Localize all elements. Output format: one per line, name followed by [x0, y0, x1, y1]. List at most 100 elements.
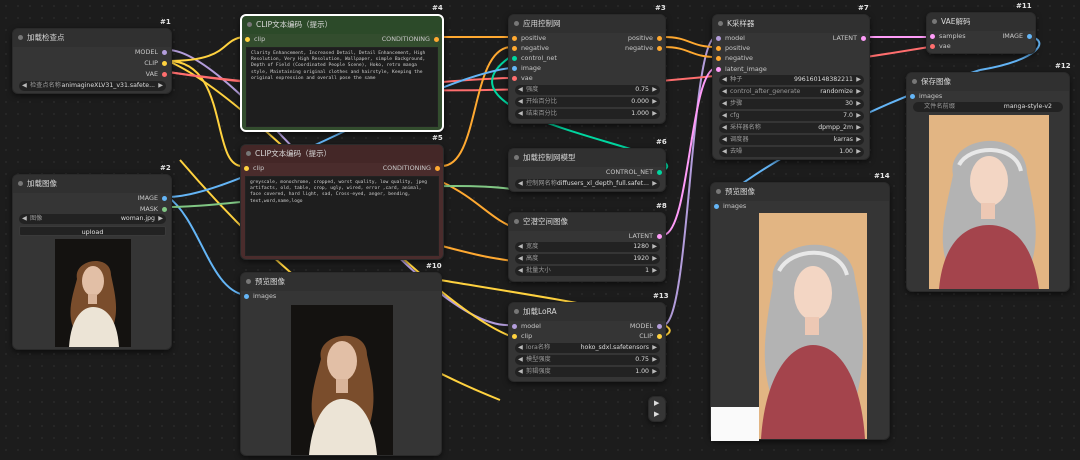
- output-model[interactable]: MODEL: [135, 48, 167, 56]
- upload-button[interactable]: upload: [19, 226, 166, 236]
- output-image[interactable]: IMAGE: [1002, 32, 1032, 40]
- arrow-right-icon[interactable]: ▶: [652, 343, 657, 353]
- input-positive[interactable]: positive: [716, 44, 750, 52]
- scheduler-widget[interactable]: ◀ 调度器 karras ▶: [719, 135, 864, 145]
- arrow-left-icon[interactable]: ◀: [518, 97, 523, 107]
- lora-name-selector[interactable]: ◀ lora名称 hoko_sdxl.safetensors ▶: [515, 343, 660, 353]
- collapsed-widget-stub[interactable]: ▶ ▶: [648, 396, 666, 422]
- arrow-right-icon[interactable]: ▶: [856, 87, 861, 97]
- arrow-left-icon[interactable]: ◀: [722, 87, 727, 97]
- output-image[interactable]: IMAGE: [137, 194, 167, 202]
- arrow-right-icon[interactable]: ▶: [856, 111, 861, 121]
- node-title[interactable]: 应用控制网: [509, 15, 665, 33]
- output-clip[interactable]: CLIP: [639, 332, 662, 340]
- input-samples[interactable]: samples: [930, 32, 966, 40]
- input-image[interactable]: image: [512, 64, 541, 72]
- model-strength-widget[interactable]: ◀ 模型强度 0.75 ▶: [515, 355, 660, 365]
- arrow-right-icon[interactable]: ▶: [654, 399, 659, 407]
- arrow-left-icon[interactable]: ◀: [518, 266, 523, 276]
- denoise-widget[interactable]: ◀ 去噪 1.00 ▶: [719, 147, 864, 157]
- sampler-name-widget[interactable]: ◀ 采样器名称 dpmpp_2m ▶: [719, 123, 864, 133]
- arrow-right-icon[interactable]: ▶: [654, 410, 659, 418]
- arrow-left-icon[interactable]: ◀: [722, 111, 727, 121]
- arrow-right-icon[interactable]: ▶: [652, 266, 657, 276]
- image-selector[interactable]: ◀ 图像 woman.jpg ▶: [19, 214, 166, 224]
- input-model[interactable]: model: [512, 322, 541, 330]
- width-widget[interactable]: ◀ 宽度 1280 ▶: [515, 242, 660, 252]
- node-title[interactable]: 加载LoRA: [509, 303, 665, 321]
- node-title[interactable]: 预览图像: [711, 183, 889, 201]
- input-vae[interactable]: vae: [930, 42, 951, 50]
- node-title[interactable]: 加载图像: [13, 175, 171, 193]
- node-load-lora[interactable]: 加载LoRA model clip MODEL CLIP ◀ lora名称 hoko…: [508, 302, 666, 382]
- node-title[interactable]: 加载控制网模型: [509, 149, 665, 167]
- node-title[interactable]: 空潜空间图像: [509, 213, 665, 231]
- arrow-left-icon[interactable]: ◀: [518, 367, 523, 377]
- node-title[interactable]: CLIP文本编码（提示）: [241, 145, 443, 163]
- arrow-left-icon[interactable]: ◀: [722, 147, 727, 157]
- input-positive[interactable]: positive: [512, 34, 546, 42]
- steps-widget[interactable]: ◀ 步骤 30 ▶: [719, 99, 864, 109]
- arrow-right-icon[interactable]: ▶: [652, 97, 657, 107]
- control-after-generate-widget[interactable]: ◀ control_after_generate randomize ▶: [719, 87, 864, 97]
- arrow-right-icon[interactable]: ▶: [652, 85, 657, 95]
- arrow-right-icon[interactable]: ▶: [158, 81, 163, 91]
- filename-prefix-input[interactable]: 文件名前缀 manga-style-v2: [913, 102, 1063, 112]
- arrow-right-icon[interactable]: ▶: [652, 109, 657, 119]
- node-vae-decode[interactable]: VAE解码 samples vae IMAGE: [926, 12, 1036, 54]
- output-conditioning[interactable]: CONDITIONING: [383, 164, 440, 172]
- arrow-left-icon[interactable]: ◀: [518, 254, 523, 264]
- output-latent[interactable]: LATENT: [833, 34, 866, 42]
- node-ksampler[interactable]: K采样器 model positive negative latent_imag…: [712, 14, 870, 160]
- arrow-left-icon[interactable]: ◀: [518, 179, 523, 189]
- arrow-right-icon[interactable]: ▶: [652, 254, 657, 264]
- clip-strength-widget[interactable]: ◀ 剪辑强度 1.00 ▶: [515, 367, 660, 377]
- arrow-left-icon[interactable]: ◀: [722, 123, 727, 133]
- arrow-left-icon[interactable]: ◀: [518, 355, 523, 365]
- input-model[interactable]: model: [716, 34, 745, 42]
- node-title[interactable]: VAE解码: [927, 13, 1035, 31]
- input-negative[interactable]: negative: [716, 54, 753, 62]
- strength-widget[interactable]: ◀ 强度 0.75 ▶: [515, 85, 660, 95]
- arrow-right-icon[interactable]: ▶: [652, 179, 657, 189]
- node-save-image[interactable]: 保存图像 images 文件名前缀 manga-style-v2: [906, 72, 1070, 292]
- arrow-right-icon[interactable]: ▶: [652, 355, 657, 365]
- arrow-right-icon[interactable]: ▶: [158, 214, 163, 224]
- node-preview-image-14[interactable]: 预览图像 images: [710, 182, 890, 441]
- input-clip[interactable]: clip: [512, 332, 532, 340]
- output-positive[interactable]: positive: [628, 34, 662, 42]
- negative-prompt-textarea[interactable]: greyscale, monochrome, cropped, worst qu…: [245, 176, 439, 256]
- arrow-left-icon[interactable]: ◀: [22, 81, 27, 91]
- output-mask[interactable]: MASK: [140, 205, 167, 213]
- input-images[interactable]: images: [244, 292, 276, 300]
- node-title[interactable]: 加载检查点: [13, 29, 171, 47]
- output-control-net[interactable]: CONTROL_NET: [606, 168, 662, 176]
- node-clip-text-encode-negative[interactable]: CLIP文本编码（提示） clip CONDITIONING greyscale…: [240, 144, 444, 260]
- controlnet-name-selector[interactable]: ◀ 控制网名称 diffusers_xl_depth_full.safet... ▶: [515, 179, 660, 189]
- checkpoint-name-selector[interactable]: ◀ 检查点名称 animagineXLV31_v31.safete... ▶: [19, 81, 166, 91]
- arrow-left-icon[interactable]: ◀: [518, 242, 523, 252]
- input-clip[interactable]: clip: [245, 35, 265, 43]
- output-negative[interactable]: negative: [625, 44, 662, 52]
- arrow-right-icon[interactable]: ▶: [856, 135, 861, 145]
- input-control-net[interactable]: control_net: [512, 54, 557, 62]
- node-empty-latent-image[interactable]: 空潜空间图像 LATENT ◀ 宽度 1280 ▶ ◀ 高度 1920 ▶ ◀ 批量大小 1 ▶: [508, 212, 666, 282]
- arrow-right-icon[interactable]: ▶: [856, 147, 861, 157]
- arrow-right-icon[interactable]: ▶: [856, 75, 861, 85]
- node-title[interactable]: CLIP文本编码（提示）: [242, 16, 442, 34]
- end-percent-widget[interactable]: ◀ 结束百分比 1.000 ▶: [515, 109, 660, 119]
- seed-widget[interactable]: ◀ 种子 996160148382211 ▶: [719, 75, 864, 85]
- output-conditioning[interactable]: CONDITIONING: [382, 35, 439, 43]
- arrow-left-icon[interactable]: ◀: [722, 99, 727, 109]
- node-apply-controlnet[interactable]: 应用控制网 positive negative control_net imag…: [508, 14, 666, 124]
- node-preview-image-10[interactable]: 预览图像 images: [240, 272, 442, 456]
- output-vae[interactable]: VAE: [146, 70, 167, 78]
- input-vae[interactable]: vae: [512, 74, 533, 82]
- input-negative[interactable]: negative: [512, 44, 549, 52]
- arrow-left-icon[interactable]: ◀: [518, 85, 523, 95]
- node-load-controlnet-model[interactable]: 加载控制网模型 CONTROL_NET ◀ 控制网名称 diffusers_xl_d…: [508, 148, 666, 192]
- node-title[interactable]: 保存图像: [907, 73, 1069, 91]
- arrow-left-icon[interactable]: ◀: [518, 343, 523, 353]
- height-widget[interactable]: ◀ 高度 1920 ▶: [515, 254, 660, 264]
- arrow-left-icon[interactable]: ◀: [518, 109, 523, 119]
